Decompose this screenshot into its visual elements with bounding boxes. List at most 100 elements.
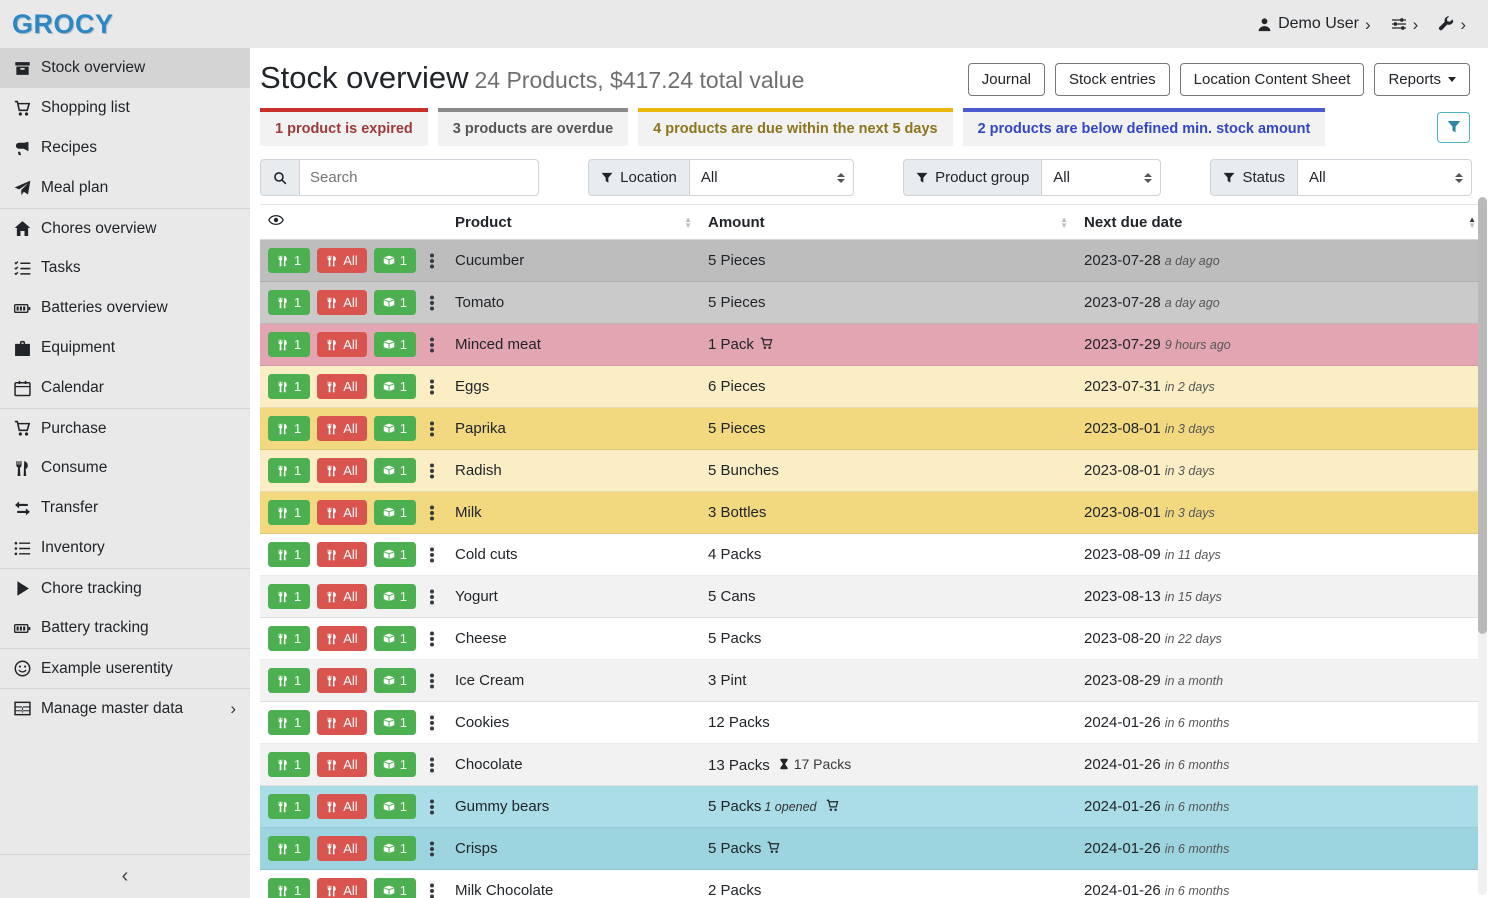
row-context-menu-icon[interactable] <box>430 679 434 683</box>
open-one-button[interactable]: 1 <box>374 374 416 399</box>
consume-all-button[interactable]: All <box>317 542 366 567</box>
open-one-button[interactable]: 1 <box>374 458 416 483</box>
sidebar-item-manage-master-data[interactable]: Manage master data› <box>0 688 250 728</box>
open-one-button[interactable]: 1 <box>374 752 416 777</box>
open-one-button[interactable]: 1 <box>374 710 416 735</box>
open-one-button[interactable]: 1 <box>374 248 416 273</box>
open-one-button[interactable]: 1 <box>374 794 416 819</box>
banner-overdue[interactable]: 3 products are overdue <box>438 108 628 146</box>
consume-all-button[interactable]: All <box>317 248 366 273</box>
row-context-menu-icon[interactable] <box>430 259 434 263</box>
consume-all-button[interactable]: All <box>317 836 366 861</box>
consume-one-button[interactable]: 1 <box>268 794 310 819</box>
sidebar-item-recipes[interactable]: Recipes <box>0 128 250 168</box>
sidebar-item-chores-overview[interactable]: Chores overview <box>0 208 250 248</box>
status-select[interactable]: All <box>1297 159 1472 196</box>
column-header-amount[interactable]: Amount▲▼ <box>700 205 1076 240</box>
banner-below-min-stock[interactable]: 2 products are below defined min. stock … <box>963 108 1326 146</box>
sidebar-item-transfer[interactable]: Transfer <box>0 488 250 528</box>
consume-one-button[interactable]: 1 <box>268 626 310 651</box>
consume-one-button[interactable]: 1 <box>268 710 310 735</box>
open-one-button[interactable]: 1 <box>374 878 416 898</box>
settings-menu[interactable]: › <box>1391 16 1419 33</box>
row-context-menu-icon[interactable] <box>430 805 434 809</box>
sidebar-item-example-userentity[interactable]: Example userentity <box>0 648 250 688</box>
row-context-menu-icon[interactable] <box>430 343 434 347</box>
stock-entries-button[interactable]: Stock entries <box>1055 63 1170 96</box>
row-context-menu-icon[interactable] <box>430 385 434 389</box>
sidebar-item-meal-plan[interactable]: Meal plan <box>0 168 250 208</box>
consume-one-button[interactable]: 1 <box>268 542 310 567</box>
consume-one-button[interactable]: 1 <box>268 374 310 399</box>
search-input[interactable] <box>299 159 539 196</box>
consume-one-button[interactable]: 1 <box>268 500 310 525</box>
sidebar-item-battery-tracking[interactable]: Battery tracking <box>0 608 250 648</box>
product-group-select[interactable]: All <box>1041 159 1161 196</box>
consume-one-button[interactable]: 1 <box>268 290 310 315</box>
consume-all-button[interactable]: All <box>317 710 366 735</box>
banner-expired[interactable]: 1 product is expired <box>260 108 428 146</box>
row-context-menu-icon[interactable] <box>430 553 434 557</box>
consume-one-button[interactable]: 1 <box>268 878 310 898</box>
scrollbar[interactable] <box>1478 197 1487 895</box>
admin-menu[interactable]: › <box>1438 16 1466 33</box>
consume-all-button[interactable]: All <box>317 752 366 777</box>
row-context-menu-icon[interactable] <box>430 595 434 599</box>
consume-all-button[interactable]: All <box>317 584 366 609</box>
row-context-menu-icon[interactable] <box>430 763 434 767</box>
consume-all-button[interactable]: All <box>317 668 366 693</box>
column-header-next-due-date[interactable]: Next due date▲▼ <box>1076 205 1484 240</box>
consume-one-button[interactable]: 1 <box>268 248 310 273</box>
consume-one-button[interactable]: 1 <box>268 416 310 441</box>
journal-button[interactable]: Journal <box>968 63 1045 96</box>
location-content-sheet-button[interactable]: Location Content Sheet <box>1180 63 1365 96</box>
scrollbar-thumb[interactable] <box>1478 197 1487 634</box>
consume-one-button[interactable]: 1 <box>268 752 310 777</box>
row-context-menu-icon[interactable] <box>430 847 434 851</box>
consume-one-button[interactable]: 1 <box>268 332 310 357</box>
consume-all-button[interactable]: All <box>317 626 366 651</box>
clear-filters-button[interactable] <box>1437 112 1470 143</box>
sidebar-item-calendar[interactable]: Calendar <box>0 368 250 408</box>
consume-one-button[interactable]: 1 <box>268 584 310 609</box>
open-one-button[interactable]: 1 <box>374 542 416 567</box>
sidebar-item-stock-overview[interactable]: Stock overview <box>0 48 250 88</box>
consume-all-button[interactable]: All <box>317 794 366 819</box>
column-header-product[interactable]: Product▲▼ <box>447 205 700 240</box>
open-one-button[interactable]: 1 <box>374 626 416 651</box>
consume-all-button[interactable]: All <box>317 374 366 399</box>
sidebar-item-shopping-list[interactable]: Shopping list <box>0 88 250 128</box>
location-select[interactable]: All <box>689 159 854 196</box>
sidebar-item-chore-tracking[interactable]: Chore tracking <box>0 568 250 608</box>
grocy-logo[interactable]: GROCY <box>12 9 114 40</box>
open-one-button[interactable]: 1 <box>374 332 416 357</box>
sidebar-item-inventory[interactable]: Inventory <box>0 528 250 568</box>
open-one-button[interactable]: 1 <box>374 836 416 861</box>
consume-all-button[interactable]: All <box>317 290 366 315</box>
consume-all-button[interactable]: All <box>317 458 366 483</box>
open-one-button[interactable]: 1 <box>374 500 416 525</box>
reports-dropdown-button[interactable]: Reports <box>1374 63 1470 96</box>
row-context-menu-icon[interactable] <box>430 301 434 305</box>
consume-one-button[interactable]: 1 <box>268 458 310 483</box>
sidebar-collapse-button[interactable]: ‹ <box>0 854 250 898</box>
open-one-button[interactable]: 1 <box>374 416 416 441</box>
open-one-button[interactable]: 1 <box>374 668 416 693</box>
eye-icon[interactable] <box>268 212 284 228</box>
sidebar-item-purchase[interactable]: Purchase <box>0 408 250 448</box>
sidebar-item-consume[interactable]: Consume <box>0 448 250 488</box>
row-context-menu-icon[interactable] <box>430 889 434 893</box>
row-context-menu-icon[interactable] <box>430 637 434 641</box>
open-one-button[interactable]: 1 <box>374 290 416 315</box>
user-menu[interactable]: Demo User › <box>1257 15 1371 33</box>
row-context-menu-icon[interactable] <box>430 721 434 725</box>
consume-all-button[interactable]: All <box>317 416 366 441</box>
consume-all-button[interactable]: All <box>317 878 366 898</box>
consume-all-button[interactable]: All <box>317 500 366 525</box>
consume-one-button[interactable]: 1 <box>268 668 310 693</box>
open-one-button[interactable]: 1 <box>374 584 416 609</box>
sidebar-item-equipment[interactable]: Equipment <box>0 328 250 368</box>
row-context-menu-icon[interactable] <box>430 469 434 473</box>
consume-all-button[interactable]: All <box>317 332 366 357</box>
consume-one-button[interactable]: 1 <box>268 836 310 861</box>
